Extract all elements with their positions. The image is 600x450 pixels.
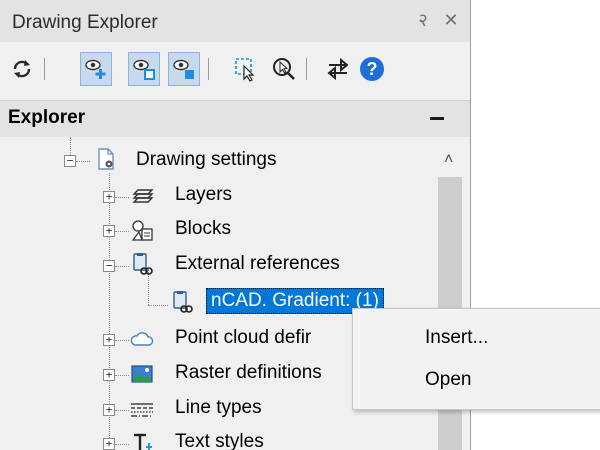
tree-item-label: Layers xyxy=(175,184,233,205)
point-cloud-icon xyxy=(130,332,154,346)
tree-connector xyxy=(115,444,129,445)
tree-connector xyxy=(76,161,90,162)
tree-item-label: Line types xyxy=(175,397,262,418)
tree-connector xyxy=(70,137,71,155)
raster-icon xyxy=(131,365,153,383)
refresh-icon xyxy=(13,60,31,78)
text-styles-icon xyxy=(134,433,152,450)
select-objects-button[interactable] xyxy=(230,52,262,86)
toolbar-separator xyxy=(44,58,45,80)
help-button[interactable]: ? xyxy=(356,52,388,86)
tree-connector xyxy=(115,197,129,198)
expand-toggle-icon[interactable]: + xyxy=(103,438,115,450)
expand-toggle-icon[interactable]: + xyxy=(103,191,115,203)
scroll-up-icon[interactable]: ˄ xyxy=(444,151,453,169)
external-reference-icon xyxy=(173,291,193,313)
pin-icon[interactable]: २ xyxy=(412,8,434,32)
tree-item-label: Drawing settings xyxy=(136,149,277,170)
external-references-icon xyxy=(133,253,153,275)
line-types-icon xyxy=(131,403,153,417)
expand-toggle-icon[interactable]: + xyxy=(103,404,115,416)
layers-icon xyxy=(132,189,154,203)
tree-item-label: Blocks xyxy=(175,218,231,239)
tree-connector xyxy=(115,375,129,376)
tree-item-label: Raster definitions xyxy=(175,362,322,383)
menu-item-insert[interactable]: Insert... xyxy=(425,327,488,349)
explorer-title: Explorer xyxy=(8,107,86,128)
panel-title: Drawing Explorer xyxy=(12,12,158,33)
tree-item-label: External references xyxy=(175,253,340,274)
expand-toggle-icon[interactable]: + xyxy=(103,225,115,237)
collapse-toggle-icon[interactable]: − xyxy=(64,155,76,167)
collapse-toggle-icon[interactable]: − xyxy=(103,260,115,272)
tree-item-label: Point cloud defir xyxy=(175,327,312,348)
toolbar-separator xyxy=(208,58,209,80)
panel-title-bar[interactable]: Drawing Explorer २ ✕ xyxy=(0,0,470,42)
show-selected-button[interactable] xyxy=(128,52,160,86)
refresh-button[interactable] xyxy=(6,52,38,86)
explorer-section-header[interactable]: Explorer xyxy=(0,100,470,137)
close-icon[interactable]: ✕ xyxy=(440,8,462,32)
blocks-icon xyxy=(131,220,153,241)
show-filtered-button[interactable] xyxy=(168,52,200,86)
collapse-section-icon[interactable] xyxy=(430,117,444,120)
find-zoom-button[interactable] xyxy=(268,52,300,86)
drawing-settings-icon xyxy=(98,148,114,170)
help-icon: ? xyxy=(360,57,384,81)
swap-button[interactable] xyxy=(322,52,354,86)
tree-connector xyxy=(115,410,129,411)
expand-toggle-icon[interactable]: + xyxy=(103,334,115,346)
show-all-icon xyxy=(85,59,106,79)
menu-item-open[interactable]: Open xyxy=(425,369,471,391)
explorer-toolbar: ? xyxy=(0,44,470,100)
tree-connector xyxy=(115,231,129,232)
find-zoom-icon xyxy=(273,58,295,80)
show-all-button[interactable] xyxy=(80,52,112,86)
tree-connector xyxy=(115,340,129,341)
context-menu: Insert... Open xyxy=(352,308,600,410)
show-filtered-icon xyxy=(173,59,194,79)
tree-item-label: Text styles xyxy=(175,431,264,450)
swap-icon xyxy=(327,57,349,81)
tree-connector xyxy=(115,266,129,267)
select-objects-icon xyxy=(235,58,255,82)
expand-toggle-icon[interactable]: + xyxy=(103,369,115,381)
show-selected-icon xyxy=(133,59,155,80)
toolbar-separator xyxy=(306,58,307,80)
tree-connector xyxy=(148,305,168,306)
